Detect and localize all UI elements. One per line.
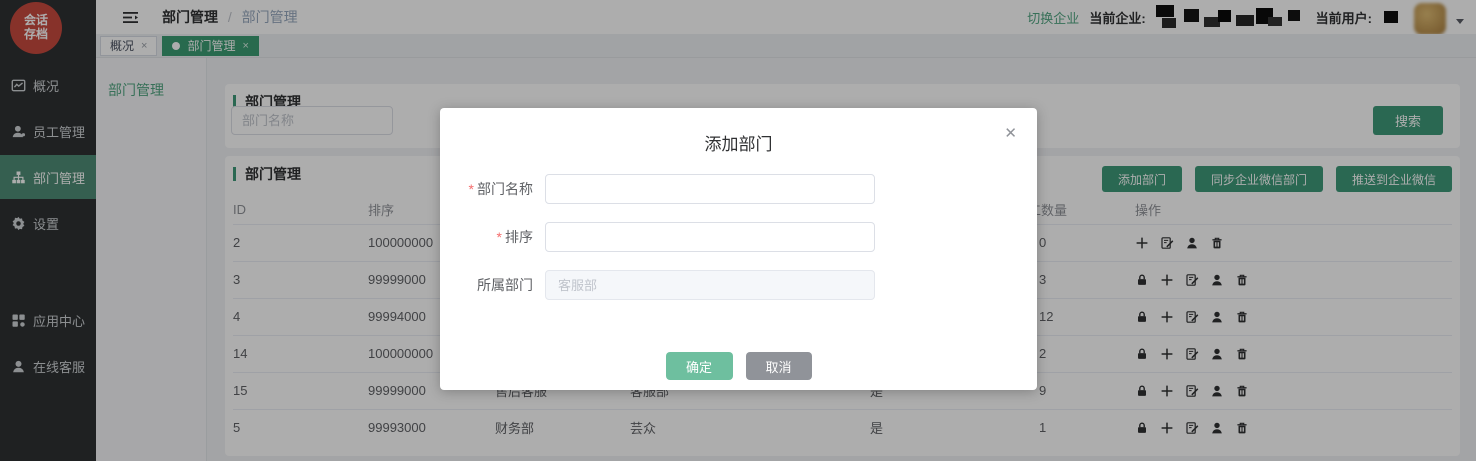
field-label: 所属部门	[477, 277, 533, 293]
parent-department-field	[545, 270, 875, 300]
modal-footer: 确定 取消	[440, 352, 1037, 380]
field-label: 部门名称	[477, 181, 533, 197]
sort-field[interactable]	[545, 222, 875, 252]
field-sort: *排序	[440, 222, 1037, 252]
required-asterisk: *	[469, 181, 474, 197]
field-department-name: *部门名称	[440, 174, 1037, 204]
app-root: 会话 存档 概况 员工管理 部门管理 设置	[0, 0, 1476, 461]
add-department-modal: 添加部门 ✕ *部门名称 *排序 所属部门 确定 取消	[440, 108, 1037, 390]
modal-title: 添加部门	[440, 130, 1037, 155]
required-asterisk: *	[497, 229, 502, 245]
confirm-button[interactable]: 确定	[666, 352, 733, 380]
field-label: 排序	[505, 229, 533, 245]
cancel-button[interactable]: 取消	[746, 352, 812, 380]
close-icon[interactable]: ✕	[1004, 124, 1017, 142]
department-name-field[interactable]	[545, 174, 875, 204]
field-parent-department: 所属部门	[440, 270, 1037, 300]
